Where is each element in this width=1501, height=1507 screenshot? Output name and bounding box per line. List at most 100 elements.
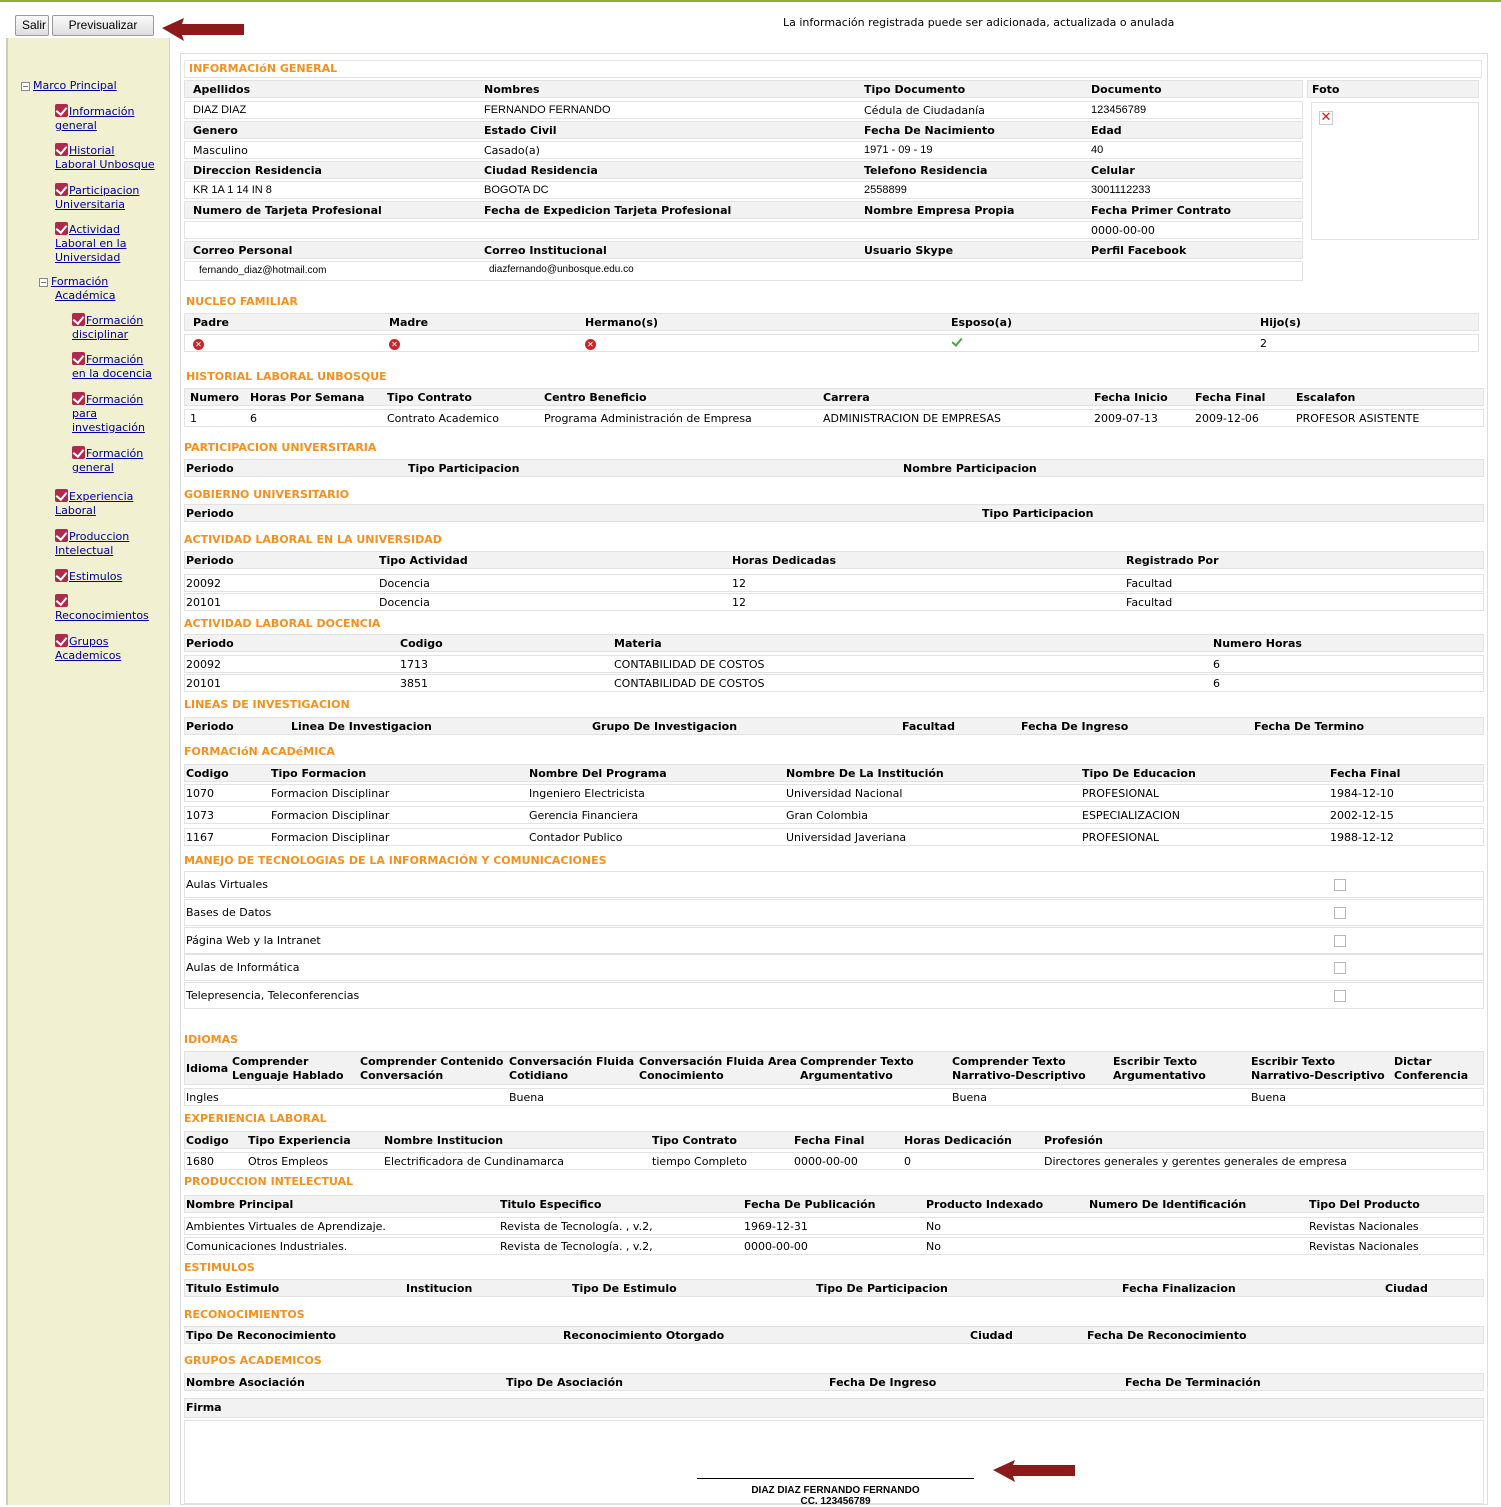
no-icon: ✕ [389,339,400,350]
checked-icon [72,352,85,365]
activity-row: 20092 Docencia 12 Facultad [184,574,1484,592]
languages-header-row: Idioma Comprender Lenguaje Hablado Compre… [184,1051,1484,1085]
research-header-row: Periodo Linea De Investigacion Grupo De … [184,717,1484,735]
tic-checkbox[interactable] [1334,907,1346,919]
preview-button[interactable]: Previsualizar [52,15,154,36]
tree-item-historial-laboral[interactable]: Historial Laboral Unbosque [55,143,155,172]
section-title: LINEAS DE INVESTIGACION [184,698,350,711]
section-title: NUCLEO FAMILIAR [186,295,298,308]
section-title: INFORMACIóN GENERAL [189,62,338,75]
tree-item-experiencia-laboral[interactable]: Experiencia Laboral [55,489,133,518]
recognitions-header-row: Tipo De Reconocimiento Reconocimiento Ot… [184,1326,1484,1344]
family-header-row: Padre Madre Hermano(s) Esposo(a) Hijo(s) [184,313,1479,331]
checked-icon [55,143,68,156]
general-header-row-2: Genero Estado Civil Fecha De Nacimiento … [184,121,1303,139]
academic-row: 1167 Formacion Disciplinar Contador Publ… [184,828,1484,846]
experience-header-row: Codigo Tipo Experiencia Nombre Instituci… [184,1131,1484,1149]
academic-header-row: Codigo Tipo Formacion Nombre Del Program… [184,764,1484,782]
tree-item-formacion-academica[interactable]: − Formación Académica [39,275,115,303]
collapse-icon[interactable]: − [21,82,30,91]
photo-box: ✕ [1311,102,1479,240]
sidebar: − Marco Principal Información general Hist… [6,38,170,1505]
checked-icon [55,569,68,582]
tree-item-produccion-intelectual[interactable]: Produccion Intelectual [55,529,129,558]
production-header-row: Nombre Principal Titulo Especifico Fecha… [184,1195,1484,1213]
exit-button[interactable]: Salir [15,15,49,36]
history-row: 1 6 Contrato Academico Programa Administ… [184,409,1484,427]
languages-row: Ingles Buena Buena Buena [184,1088,1484,1106]
checked-icon [72,446,85,459]
signature-header-row: Firma [184,1398,1484,1418]
tic-row: Telepresencia, Teleconferencias [184,982,1484,1009]
production-row: Comunicaciones Industriales. Revista de … [184,1237,1484,1255]
checked-icon [55,489,68,502]
checked-icon [72,313,85,326]
general-value-row-2: Masculino Casado(a) 1971 - 09 - 19 40 [184,141,1303,159]
checked-icon [55,183,68,196]
tree-item-grupos-academicos[interactable]: Grupos Academicos [55,634,121,663]
teaching-header-row: Periodo Codigo Materia Numero Horas [184,634,1484,652]
checked-icon [55,594,68,607]
academic-row: 1070 Formacion Disciplinar Ingeniero Ele… [184,784,1484,802]
collapse-icon[interactable]: − [39,278,48,287]
tree-item-estimulos[interactable]: Estimulos [55,569,122,584]
tree-item-actividad-laboral[interactable]: Actividad Laboral en la Universidad [55,222,126,265]
general-header-row-3: Direccion Residencia Ciudad Residencia T… [184,161,1303,179]
top-toolbar: Salir Previsualizar La información regis… [0,0,1501,41]
tic-row: Bases de Datos [184,899,1484,926]
checked-icon [55,634,68,647]
teaching-row: 20101 3851 CONTABILIDAD DE COSTOS 6 [184,674,1484,692]
checked-icon [55,529,68,542]
tree-root-marco-principal[interactable]: − Marco Principal [21,79,117,93]
report-content: INFORMACIóN GENERAL Apellidos Nombres Ti… [180,53,1488,1507]
yes-check-icon [951,337,963,347]
tree-item-formacion-disciplinar[interactable]: Formación disciplinar [72,313,143,342]
tree-item-formacion-general[interactable]: Formación general [72,446,143,475]
signature-line [697,1478,974,1479]
section-title: GRUPOS ACADEMICOS [184,1354,322,1367]
tree-item-informacion-general[interactable]: Información general [55,104,134,133]
tic-row: Aulas de Informática [184,954,1484,981]
tree-item-participacion[interactable]: Participacion Universitaria [55,183,139,212]
tic-checkbox[interactable] [1334,962,1346,974]
tree-item-reconocimientos[interactable]: Reconocimientos [55,594,149,623]
section-title: HISTORIAL LABORAL UNBOSQUE [186,370,387,383]
tree-item-formacion-docencia[interactable]: Formación en la docencia [72,352,152,381]
section-title: GOBIERNO UNIVERSITARIO [184,488,350,501]
tic-row: Página Web y la Intranet [184,927,1484,954]
general-value-row-1: DIAZ DIAZ FERNANDO FERNANDO Cédula de Ci… [184,101,1303,119]
section-title: FORMACIóN ACADéMICA [184,745,335,758]
section-title: EXPERIENCIA LABORAL [184,1112,327,1125]
tic-checkbox[interactable] [1334,879,1346,891]
signature-name: DIAZ DIAZ FERNANDO FERNANDO [751,1485,920,1496]
section-title: MANEJO DE TECNOLOGIAS DE LA INFORMACIÓN … [184,854,607,867]
tic-checkbox[interactable] [1334,990,1346,1002]
experience-row: 1680 Otros Empleos Electrificadora de Cu… [184,1152,1484,1170]
signature-id: CC. 123456789 [800,1496,871,1507]
general-value-row-4: 0000-00-00 [184,221,1303,239]
photo-header: Foto [1307,80,1479,98]
general-value-row-3: KR 1A 1 14 IN 8 BOGOTA DC 2558899 300111… [184,181,1303,199]
section-general-header [184,60,1482,78]
stimuli-header-row: Titulo Estimulo Institucion Tipo De Esti… [184,1279,1484,1297]
no-icon: ✕ [193,339,204,350]
tic-checkbox[interactable] [1334,935,1346,947]
section-title: RECONOCIMIENTOS [184,1308,305,1321]
activity-row: 20101 Docencia 12 Facultad [184,593,1484,611]
general-header-row-5: Correo Personal Correo Institucional Usu… [184,241,1303,259]
section-title: IDIOMAS [184,1033,239,1046]
broken-image-icon: ✕ [1319,110,1333,125]
section-title: PRODUCCION INTELECTUAL [184,1175,354,1188]
government-header-row: Periodo Tipo Participacion [184,504,1484,522]
academic-row: 1073 Formacion Disciplinar Gerencia Fina… [184,806,1484,824]
general-header-row-1: Apellidos Nombres Tipo Documento Documen… [184,80,1303,98]
section-title: ACTIVIDAD LABORAL DOCENCIA [184,617,381,630]
tree-item-formacion-investigacion[interactable]: Formación para investigación [72,392,145,435]
teaching-row: 20092 1713 CONTABILIDAD DE COSTOS 6 [184,655,1484,673]
history-header-row: Numero Horas Por Semana Tipo Contrato Ce… [184,388,1484,406]
no-icon: ✕ [585,339,596,350]
groups-header-row: Nombre Asociación Tipo De Asociación Fec… [184,1373,1484,1391]
general-header-row-4: Numero de Tarjeta Profesional Fecha de E… [184,201,1303,219]
checked-icon [55,222,68,235]
general-value-row-5: fernando_diaz@hotmail.com diazfernando@u… [184,261,1303,281]
